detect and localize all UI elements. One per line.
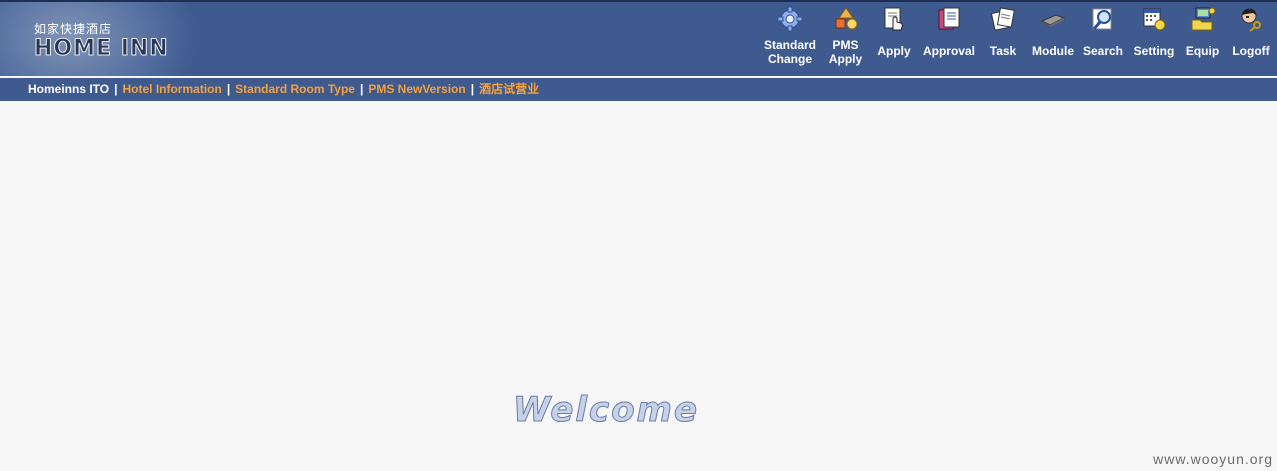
equip-label: Equip	[1185, 44, 1220, 58]
module-button[interactable]: Module	[1028, 2, 1078, 76]
nav-separator: |	[226, 82, 231, 96]
computer-folder-icon	[1190, 6, 1216, 32]
nav-link-hotel-information[interactable]: Hotel Information	[122, 82, 221, 96]
search-label: Search	[1082, 44, 1124, 58]
settings-calendar-icon	[1141, 6, 1167, 32]
logoff-label: Logoff	[1232, 44, 1270, 58]
welcome-text: Welcome	[513, 390, 773, 431]
logo-chinese-text: 如家快捷酒店	[34, 22, 113, 36]
navbar: Homeinns ITO | Hotel Information | Standard …	[0, 78, 1277, 101]
nav-link-standard-room-type[interactable]: Standard Room Type	[235, 82, 355, 96]
setting-label: Setting	[1133, 44, 1175, 58]
pms-apply-button[interactable]: PMS Apply	[823, 2, 868, 76]
toolbar: Standard Change PMS Apply Apply Approval…	[757, 2, 1277, 76]
hand-document-icon	[881, 6, 907, 32]
welcome-graphic: Welcome	[513, 390, 773, 434]
apply-button[interactable]: Apply	[868, 2, 920, 76]
equip-button[interactable]: Equip	[1180, 2, 1225, 76]
nav-links: Homeinns ITO | Hotel Information | Standard …	[28, 78, 539, 101]
logoff-button[interactable]: Logoff	[1225, 2, 1277, 76]
standard-change-button[interactable]: Standard Change	[757, 2, 823, 76]
gear-icon	[777, 6, 803, 32]
apply-label: Apply	[877, 44, 911, 58]
approval-label: Approval	[922, 44, 975, 58]
pms-apply-label: PMS Apply	[828, 38, 863, 66]
user-key-icon	[1238, 6, 1264, 32]
chip-icon	[1040, 6, 1066, 32]
task-label: Task	[989, 44, 1017, 58]
nav-separator: |	[114, 82, 118, 96]
watermark: www.wooyun.org	[1153, 451, 1273, 467]
header: 如家快捷酒店 HOME INN Standard Change PMS Appl…	[0, 0, 1277, 76]
nav-link-pms-newversion[interactable]: PMS NewVersion	[368, 82, 465, 96]
standard-change-label: Standard Change	[763, 38, 816, 66]
logo-english-text: HOME INN	[34, 36, 169, 62]
module-label: Module	[1032, 44, 1074, 58]
page: 如家快捷酒店 HOME INN Standard Change PMS Appl…	[0, 0, 1277, 471]
nav-separator: |	[470, 82, 475, 96]
magnifier-icon	[1090, 6, 1116, 32]
task-button[interactable]: Task	[978, 2, 1028, 76]
approval-button[interactable]: Approval	[920, 2, 978, 76]
approval-document-icon	[936, 6, 962, 32]
nav-home-label: Homeinns ITO	[28, 82, 110, 96]
search-button[interactable]: Search	[1078, 2, 1128, 76]
shapes-icon	[833, 6, 859, 32]
logo: 如家快捷酒店 HOME INN	[34, 18, 194, 68]
nav-link-hotel-trial-operation[interactable]: 酒店试营业	[479, 82, 539, 96]
nav-separator: |	[359, 82, 364, 96]
setting-button[interactable]: Setting	[1128, 2, 1180, 76]
task-pages-icon	[990, 6, 1016, 32]
